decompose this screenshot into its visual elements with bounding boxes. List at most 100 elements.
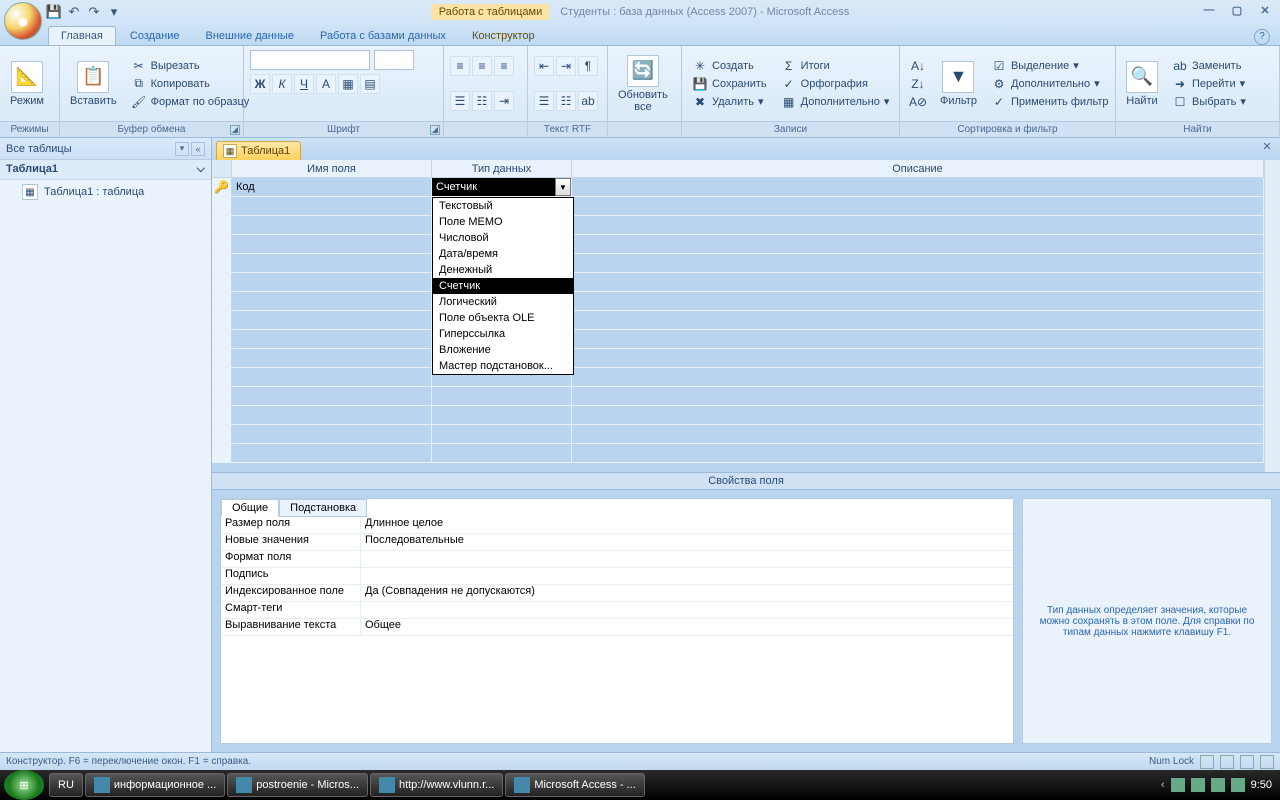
row-selector[interactable] [212, 349, 232, 367]
redo-icon[interactable]: ↷ [86, 4, 102, 20]
tab-design[interactable]: Конструктор [460, 27, 547, 45]
row-selector[interactable] [212, 387, 232, 405]
select-button[interactable]: ☐Выбрать ▾ [1168, 94, 1250, 110]
tray-expand-icon[interactable]: ‹ [1161, 779, 1165, 791]
rtf-indent-dec-button[interactable]: ⇤ [534, 56, 554, 76]
selection-filter-button[interactable]: ☑Выделение ▾ [987, 58, 1113, 74]
col-datatype[interactable]: Тип данных [432, 160, 572, 177]
help-icon[interactable]: ? [1254, 29, 1270, 45]
view-design-icon[interactable] [1260, 755, 1274, 769]
nav-group[interactable]: Таблица1 ⌵ [0, 160, 211, 180]
type-option[interactable]: Мастер подстановок... [433, 358, 573, 374]
cut-button[interactable]: ✂Вырезать [127, 58, 254, 74]
row-selector[interactable] [212, 425, 232, 443]
vertical-scrollbar[interactable] [1264, 160, 1280, 472]
col-fieldname[interactable]: Имя поля [232, 160, 432, 177]
bold-button[interactable]: Ж [250, 74, 270, 94]
tray-icon[interactable] [1191, 778, 1205, 792]
type-option[interactable]: Поле объекта OLE [433, 310, 573, 326]
taskbar-item[interactable]: Microsoft Access - ... [505, 773, 644, 797]
font-color-button[interactable]: A [316, 74, 336, 94]
save-icon[interactable]: 💾 [46, 4, 62, 20]
type-option[interactable]: Гиперссылка [433, 326, 573, 342]
view-button[interactable]: 📐Режим [6, 59, 48, 109]
paste-button[interactable]: 📋Вставить [66, 59, 121, 109]
type-option-selected[interactable]: Счетчик [433, 278, 573, 294]
prop-value[interactable] [361, 551, 1013, 567]
tray-icon[interactable] [1231, 778, 1245, 792]
prop-tab-general[interactable]: Общие [221, 499, 279, 517]
prop-value[interactable] [361, 568, 1013, 584]
type-option[interactable]: Поле МЕМО [433, 214, 573, 230]
launcher-icon[interactable]: ◢ [230, 125, 240, 135]
nav-item-table1[interactable]: ▦Таблица1 : таблица [0, 180, 211, 204]
prop-value[interactable]: Последовательные [361, 534, 1013, 550]
clear-sort-button[interactable]: A⊘ [906, 94, 930, 110]
row-selector[interactable] [212, 197, 232, 215]
prop-value[interactable] [361, 602, 1013, 618]
dropdown-button[interactable]: ▼ [555, 178, 571, 196]
col-description[interactable]: Описание [572, 160, 1264, 177]
advanced-filter-button[interactable]: ⚙Дополнительно ▾ [987, 76, 1113, 92]
totals-button[interactable]: ΣИтоги [777, 58, 894, 74]
italic-button[interactable]: К [272, 74, 292, 94]
nav-header[interactable]: Все таблицы ▾« [0, 138, 211, 160]
indent-button[interactable]: ⇥ [494, 91, 514, 111]
view-pivottable-icon[interactable] [1220, 755, 1234, 769]
prop-tab-lookup[interactable]: Подстановка [279, 499, 367, 517]
rtf-indent-inc-button[interactable]: ⇥ [556, 56, 576, 76]
format-painter-button[interactable]: 🖌Формат по образцу [127, 94, 254, 110]
row-selector[interactable] [212, 368, 232, 386]
tab-home[interactable]: Главная [48, 26, 116, 45]
type-option[interactable]: Дата/время [433, 246, 573, 262]
taskbar-item[interactable]: http://www.vlunn.r... [370, 773, 503, 797]
field-name-cell[interactable]: Код [232, 178, 432, 196]
nav-dropdown-icon[interactable]: ▾ [175, 142, 189, 156]
row-selector[interactable] [212, 273, 232, 291]
type-option[interactable]: Текстовый [433, 198, 573, 214]
filter-button[interactable]: ▼Фильтр [936, 59, 981, 109]
underline-button[interactable]: Ч [294, 74, 314, 94]
view-datasheet-icon[interactable] [1200, 755, 1214, 769]
size-combo[interactable] [374, 50, 414, 70]
row-selector[interactable] [212, 292, 232, 310]
office-button[interactable]: ◉ [4, 2, 42, 40]
row-selector[interactable]: 🔑 [212, 178, 232, 196]
fill-color-button[interactable]: ▦ [338, 74, 358, 94]
properties-splitter[interactable]: Свойства поля [212, 472, 1280, 490]
refresh-button[interactable]: 🔄Обновить все [614, 53, 672, 115]
minimize-button[interactable]: — [1198, 2, 1220, 18]
doc-close-button[interactable]: ✕ [1258, 140, 1276, 153]
launcher-icon[interactable]: ◢ [430, 125, 440, 135]
type-option[interactable]: Логический [433, 294, 573, 310]
align-left-button[interactable]: ≡ [450, 56, 470, 76]
sort-asc-button[interactable]: A↓ [906, 58, 930, 74]
row-selector[interactable] [212, 254, 232, 272]
replace-button[interactable]: abЗаменить [1168, 58, 1250, 74]
maximize-button[interactable]: ▢ [1226, 2, 1248, 18]
row-selector[interactable] [212, 444, 232, 462]
save-record-button[interactable]: 💾Сохранить [688, 76, 771, 92]
qat-more-icon[interactable]: ▾ [106, 4, 122, 20]
tray-icon[interactable] [1211, 778, 1225, 792]
rtf-numlist-button[interactable]: ☷ [556, 91, 576, 111]
prop-value[interactable]: Длинное целое [361, 517, 1013, 533]
rtf-ltr-button[interactable]: ¶ [578, 56, 598, 76]
clock[interactable]: 9:50 [1251, 779, 1272, 791]
tray-icon[interactable] [1171, 778, 1185, 792]
font-combo[interactable] [250, 50, 370, 70]
tab-create[interactable]: Создание [118, 27, 192, 45]
row-selector[interactable] [212, 330, 232, 348]
more-records-button[interactable]: ▦Дополнительно ▾ [777, 94, 894, 110]
goto-button[interactable]: ➜Перейти ▾ [1168, 76, 1250, 92]
nav-collapse-icon[interactable]: « [191, 142, 205, 156]
bullets-button[interactable]: ☰ [450, 91, 470, 111]
start-button[interactable]: ⊞ [4, 770, 44, 800]
type-option[interactable]: Денежный [433, 262, 573, 278]
view-pivotchart-icon[interactable] [1240, 755, 1254, 769]
tab-external[interactable]: Внешние данные [194, 27, 306, 45]
close-button[interactable]: ✕ [1254, 2, 1276, 18]
lang-indicator[interactable]: RU [49, 773, 83, 797]
doc-tab-table1[interactable]: ▦Таблица1 [216, 141, 301, 160]
sort-desc-button[interactable]: Z↓ [906, 76, 930, 92]
